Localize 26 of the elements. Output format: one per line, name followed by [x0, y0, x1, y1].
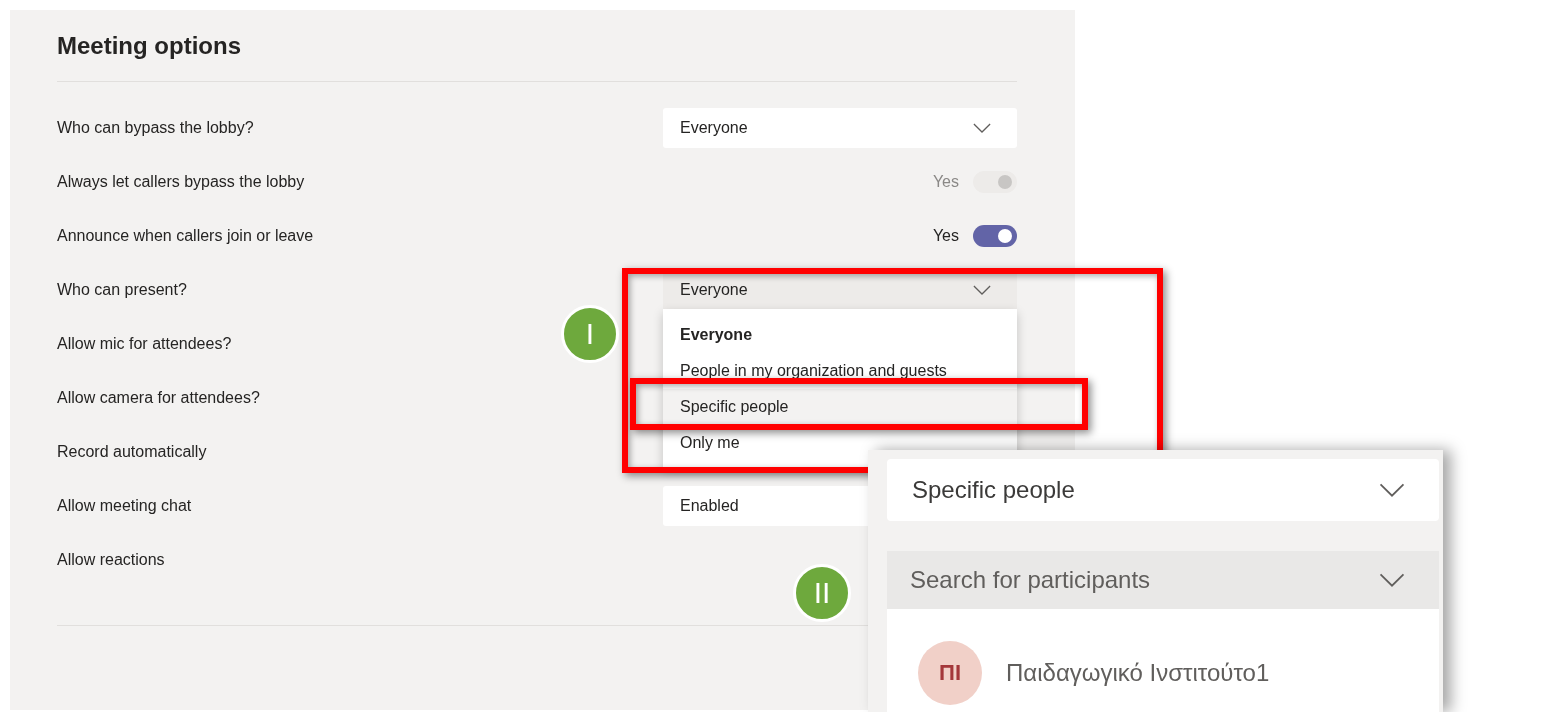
- dropdown[interactable]: Everyone: [663, 108, 1017, 148]
- menu-option[interactable]: Specific people: [663, 389, 1017, 425]
- menu-option[interactable]: Everyone: [663, 317, 1017, 353]
- chevron-icon: [973, 285, 991, 295]
- chevron-icon: [1379, 483, 1405, 497]
- setting-label: Record automatically: [57, 443, 207, 461]
- avatar: ΠΙ: [918, 641, 982, 705]
- toggle-switch[interactable]: [973, 225, 1017, 247]
- search-input[interactable]: Search for participants: [910, 566, 1310, 594]
- menu-option[interactable]: People in my organization and guests: [663, 353, 1017, 389]
- chevron-icon: [973, 123, 991, 133]
- toggle-value: Yes: [932, 173, 959, 191]
- setting-label: Allow meeting chat: [57, 497, 192, 515]
- setting-label: Who can present?: [57, 281, 187, 299]
- setting-label: Announce when callers join or leave: [57, 227, 314, 245]
- setting-label: Allow camera for attendees?: [57, 389, 260, 407]
- dropdown[interactable]: Specific people: [887, 459, 1439, 521]
- chevron-icon: [1379, 573, 1405, 587]
- setting-label: Allow reactions: [57, 551, 165, 569]
- page-title: Meeting options: [57, 30, 242, 61]
- participant-name[interactable]: Παιδαγωγικό Ινστιτούτο1: [1006, 659, 1270, 687]
- setting-label: Who can bypass the lobby?: [57, 119, 254, 137]
- toggle-value: Yes: [932, 227, 959, 245]
- setting-label: Always let callers bypass the lobby: [57, 173, 305, 191]
- setting-label: Allow mic for attendees?: [57, 335, 232, 353]
- search-field[interactable]: Search for participants: [887, 551, 1439, 609]
